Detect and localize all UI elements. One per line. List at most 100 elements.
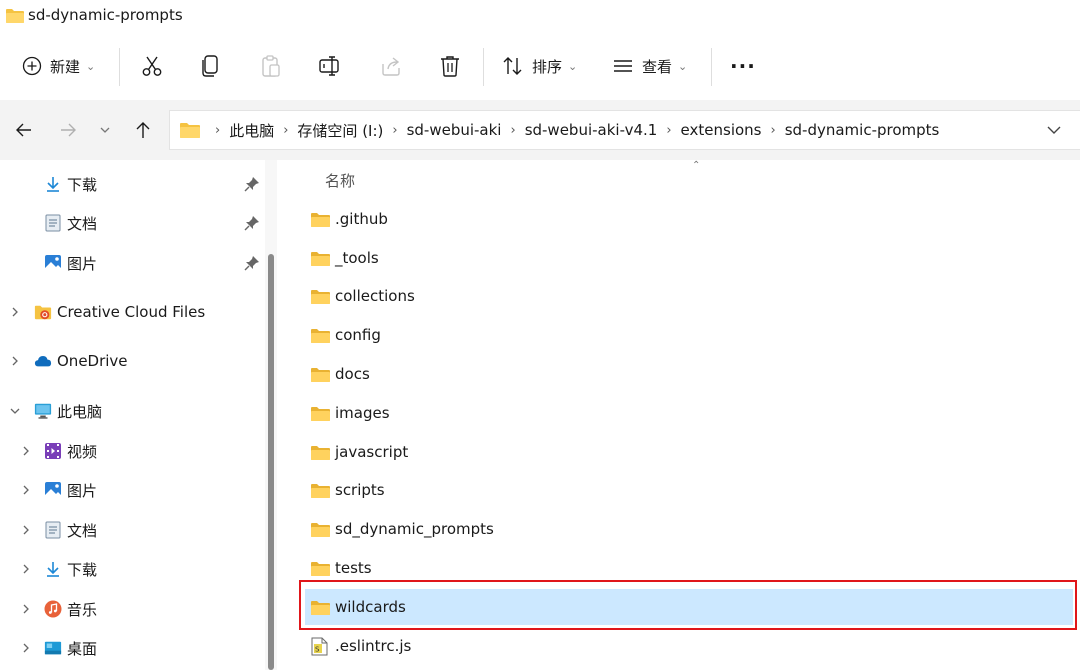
- sidebar-item-desktop[interactable]: 桌面: [44, 630, 97, 666]
- list-item[interactable]: sd_dynamic_prompts: [305, 511, 1073, 547]
- computer-icon: [34, 402, 52, 420]
- new-button[interactable]: 新建 ⌄: [22, 46, 95, 86]
- folder-icon: [311, 404, 331, 422]
- item-name: _tools: [335, 249, 379, 267]
- sidebar-item-onedrive[interactable]: OneDrive: [34, 343, 128, 379]
- delete-button[interactable]: [439, 46, 461, 86]
- list-item[interactable]: javascript: [305, 434, 1073, 470]
- breadcrumb: › 此电脑 › 存储空间 (I:) › sd-webui-aki › sd-we…: [206, 111, 939, 149]
- recent-locations-button[interactable]: [93, 118, 117, 142]
- view-button[interactable]: 查看 ⌄: [612, 46, 687, 86]
- command-bar: 新建 ⌄ 排序 ⌄ 查看 ⌄ ···: [0, 32, 1080, 100]
- expand-chevron-icon[interactable]: [20, 591, 32, 627]
- chevron-right-icon[interactable]: ›: [392, 123, 397, 138]
- rename-button[interactable]: [318, 46, 344, 86]
- chevron-down-icon: ⌄: [678, 59, 688, 73]
- sidebar-item-videos[interactable]: 视频: [44, 433, 97, 469]
- picture-icon: [44, 254, 62, 272]
- sidebar-item-documents[interactable]: 文档: [44, 205, 97, 241]
- sidebar-item-label: 此电脑: [57, 402, 103, 421]
- sidebar-item-documents[interactable]: 文档: [44, 512, 97, 548]
- list-item[interactable]: S .eslintrc.js: [305, 628, 1073, 664]
- sidebar-item-label: 图片: [67, 481, 98, 500]
- creative-cloud-folder-icon: [34, 303, 52, 321]
- cut-button[interactable]: [140, 46, 164, 86]
- item-name: .github: [335, 210, 388, 228]
- breadcrumb-item[interactable]: 存储空间 (I:): [297, 120, 383, 141]
- sidebar-item-music[interactable]: 音乐: [44, 591, 97, 627]
- breadcrumb-item[interactable]: sd-webui-aki-v4.1: [525, 121, 658, 139]
- address-bar[interactable]: › 此电脑 › 存储空间 (I:) › sd-webui-aki › sd-we…: [169, 110, 1080, 150]
- folder-icon: [311, 520, 331, 538]
- address-history-button[interactable]: [1046, 122, 1062, 142]
- chevron-down-icon: [1047, 126, 1061, 134]
- document-icon: [44, 214, 62, 232]
- expand-chevron-icon[interactable]: [20, 433, 32, 469]
- expand-chevron-icon[interactable]: [20, 472, 32, 508]
- chevron-right-icon[interactable]: ›: [771, 123, 776, 138]
- sidebar-item-downloads[interactable]: 下载: [44, 166, 97, 202]
- sidebar-item-creative-cloud[interactable]: Creative Cloud Files: [34, 294, 205, 330]
- picture-icon: [44, 481, 62, 499]
- sidebar-item-label: 图片: [67, 254, 98, 273]
- separator: [483, 48, 484, 86]
- list-item[interactable]: .github: [305, 201, 1073, 237]
- expand-chevron-icon[interactable]: [20, 551, 32, 587]
- pin-icon[interactable]: [244, 176, 260, 192]
- pin-icon[interactable]: [244, 255, 260, 271]
- navigation-pane: 下载 文档 图片 Creative Cloud Files OneDrive 此…: [0, 160, 265, 670]
- sidebar-item-label: 视频: [67, 442, 98, 461]
- document-icon: [44, 521, 62, 539]
- expand-chevron-icon[interactable]: [9, 294, 21, 330]
- sidebar-item-downloads[interactable]: 下载: [44, 551, 97, 587]
- more-icon: ···: [730, 54, 756, 78]
- folder-icon: [311, 210, 331, 228]
- list-item[interactable]: docs: [305, 356, 1073, 392]
- paste-button[interactable]: [260, 46, 282, 86]
- list-item[interactable]: scripts: [305, 472, 1073, 508]
- new-label: 新建: [50, 57, 81, 76]
- back-button[interactable]: [12, 118, 36, 142]
- sort-icon: [503, 57, 522, 75]
- expand-chevron-icon[interactable]: [9, 343, 21, 379]
- plus-circle-icon: [22, 56, 42, 76]
- js-file-icon: S: [311, 637, 331, 655]
- copy-button[interactable]: [200, 46, 222, 86]
- forward-button[interactable]: [56, 118, 80, 142]
- sidebar-item-pictures[interactable]: 图片: [44, 472, 97, 508]
- sidebar-item-this-pc[interactable]: 此电脑: [34, 393, 102, 429]
- download-icon: [44, 560, 62, 578]
- breadcrumb-item[interactable]: sd-webui-aki: [407, 121, 502, 139]
- breadcrumb-item[interactable]: 此电脑: [229, 120, 274, 141]
- chevron-right-icon[interactable]: ›: [283, 123, 288, 138]
- item-name: config: [335, 326, 381, 344]
- chevron-right-icon[interactable]: ›: [666, 123, 671, 138]
- collapse-chevron-icon[interactable]: [9, 393, 21, 429]
- svg-text:S: S: [315, 645, 320, 653]
- sidebar-scrollbar-thumb[interactable]: [268, 254, 274, 670]
- folder-icon: [311, 481, 331, 499]
- sidebar-item-pictures[interactable]: 图片: [44, 245, 97, 281]
- pin-icon[interactable]: [244, 215, 260, 231]
- list-item[interactable]: _tools: [305, 240, 1073, 276]
- cloud-icon: [34, 352, 52, 370]
- view-label: 查看: [642, 57, 673, 76]
- chevron-right-icon[interactable]: ›: [510, 123, 515, 138]
- item-name: .eslintrc.js: [335, 637, 412, 655]
- breadcrumb-item[interactable]: sd-dynamic-prompts: [785, 121, 940, 139]
- arrow-right-icon: [61, 123, 76, 137]
- navigation-bar: › 此电脑 › 存储空间 (I:) › sd-webui-aki › sd-we…: [0, 100, 1080, 160]
- list-item[interactable]: images: [305, 395, 1073, 431]
- expand-chevron-icon[interactable]: [20, 630, 32, 666]
- breadcrumb-item[interactable]: extensions: [681, 121, 762, 139]
- expand-chevron-icon[interactable]: [20, 512, 32, 548]
- column-header-name[interactable]: 名称: [325, 170, 355, 191]
- up-button[interactable]: [131, 118, 155, 142]
- list-item[interactable]: config: [305, 317, 1073, 353]
- list-item[interactable]: collections: [305, 278, 1073, 314]
- view-lines-icon: [614, 60, 632, 72]
- share-button[interactable]: [379, 46, 403, 86]
- more-button[interactable]: ···: [730, 46, 756, 86]
- sort-ascending-icon: ⌃: [692, 160, 701, 171]
- sort-button[interactable]: 排序 ⌄: [502, 46, 577, 86]
